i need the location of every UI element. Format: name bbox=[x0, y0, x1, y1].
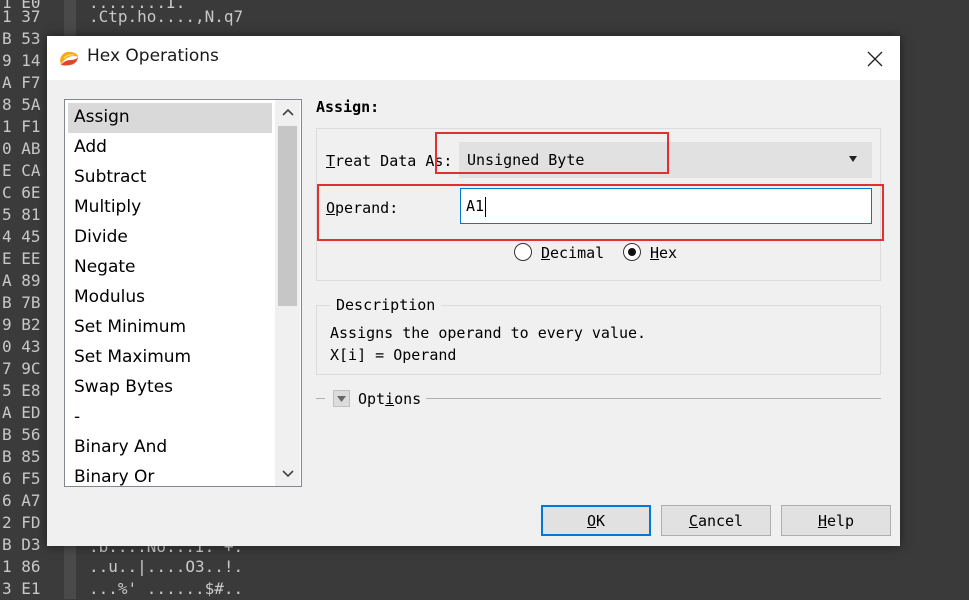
radio-checked-dot bbox=[628, 248, 636, 256]
hex-offset-row: 1 37 bbox=[2, 7, 41, 26]
hex-offset-row: 1 86 bbox=[2, 557, 41, 576]
hex-operations-dialog: Hex Operations Binary Or Binary And - Swap … bbox=[47, 36, 900, 546]
hex-offset-row: 1 F1 bbox=[2, 117, 41, 136]
app-logo-icon bbox=[60, 51, 78, 66]
hex-offset-row: 0 AB bbox=[2, 139, 41, 158]
operation-list-item[interactable]: Binary Or bbox=[68, 463, 272, 486]
operation-list-item[interactable]: Set Minimum bbox=[68, 313, 272, 343]
hex-offset-row: 0 43 bbox=[2, 337, 41, 356]
close-icon bbox=[867, 51, 883, 67]
hex-offset-row: E EE bbox=[2, 249, 41, 268]
decimal-radio-label[interactable]: Decimal bbox=[541, 244, 604, 262]
section-title: Assign: bbox=[316, 98, 380, 116]
highlight-box-combo bbox=[435, 132, 669, 174]
hex-offset-row: C 6E bbox=[2, 183, 41, 202]
operation-list-item[interactable]: Multiply bbox=[68, 193, 272, 223]
hex-offset-row: E CA bbox=[2, 161, 41, 180]
triangle-down-icon bbox=[337, 395, 346, 402]
scrollbar-thumb[interactable] bbox=[278, 126, 297, 306]
hex-offset-row: 5 81 bbox=[2, 205, 41, 224]
operation-list-item[interactable]: Binary And bbox=[68, 433, 272, 463]
chevron-down-icon bbox=[281, 470, 294, 478]
description-line-2: X[i] = Operand bbox=[330, 346, 457, 364]
hex-offset-row: A 89 bbox=[2, 271, 41, 290]
listbox-scrollbar[interactable] bbox=[275, 100, 300, 486]
hex-offset-row: 4 45 bbox=[2, 227, 41, 246]
hex-offset-row: A ED bbox=[2, 403, 41, 422]
hex-offset-row: B 56 bbox=[2, 425, 41, 444]
operation-list-item[interactable]: Subtract bbox=[68, 163, 272, 193]
options-divider-right bbox=[426, 398, 881, 399]
hex-radio[interactable] bbox=[623, 243, 641, 261]
hex-offset-row: B 7B bbox=[2, 293, 41, 312]
treat-data-as-label: Treat Data As: bbox=[326, 152, 453, 170]
operation-list-item[interactable]: Negate bbox=[68, 253, 272, 283]
hex-radio-label[interactable]: Hex bbox=[650, 244, 677, 262]
dialog-title: Hex Operations bbox=[87, 46, 219, 66]
operations-listbox[interactable]: Binary Or Binary And - Swap Bytes Set Maximu… bbox=[64, 99, 302, 487]
hex-offset-row: 7 9C bbox=[2, 359, 41, 378]
hex-offset-row: 6 F5 bbox=[2, 469, 41, 488]
dialog-titlebar: Hex Operations bbox=[47, 36, 900, 80]
ascii-row: ...%' ......$#.. bbox=[89, 579, 244, 598]
operation-list-item[interactable]: Assign bbox=[68, 103, 272, 133]
decimal-radio[interactable] bbox=[514, 243, 532, 261]
ok-button[interactable]: OK bbox=[541, 505, 651, 536]
hex-offset-row: A F7 bbox=[2, 73, 41, 92]
hex-offset-row: B 53 bbox=[2, 29, 41, 48]
operation-list-item[interactable]: - bbox=[68, 403, 272, 433]
options-label[interactable]: Options bbox=[358, 390, 421, 408]
operation-list-item[interactable]: Divide bbox=[68, 223, 272, 253]
hex-offset-row: 9 14 bbox=[2, 51, 41, 70]
hex-offset-row: B D3 bbox=[2, 535, 41, 554]
options-divider-left bbox=[316, 398, 325, 399]
hex-offset-row: 9 B2 bbox=[2, 315, 41, 334]
scroll-down-button[interactable] bbox=[275, 462, 300, 486]
hex-offset-row: 3 E1 bbox=[2, 579, 41, 598]
cancel-button[interactable]: Cancel bbox=[661, 505, 771, 536]
hex-offset-row: B 85 bbox=[2, 447, 41, 466]
hex-offset-row: 6 A7 bbox=[2, 491, 41, 510]
hex-offset-row: 8 5A bbox=[2, 95, 41, 114]
description-line-1: Assigns the operand to every value. bbox=[330, 324, 647, 342]
help-button[interactable]: Help bbox=[781, 505, 891, 536]
description-legend: Description bbox=[330, 296, 442, 314]
operation-list-item[interactable]: Modulus bbox=[68, 283, 272, 313]
close-button[interactable] bbox=[855, 44, 895, 74]
highlight-box-operand bbox=[317, 184, 884, 241]
operation-list-item[interactable]: Set Maximum bbox=[68, 343, 272, 373]
operation-list-item[interactable]: Swap Bytes bbox=[68, 373, 272, 403]
ascii-row: .Ctp.ho....,N.q7 bbox=[89, 7, 244, 26]
hex-offset-row: 5 E8 bbox=[2, 381, 41, 400]
ascii-row: ..u..|....O3..!. bbox=[89, 557, 244, 576]
scroll-up-button[interactable] bbox=[275, 100, 300, 124]
operation-list-item[interactable]: Add bbox=[68, 133, 272, 163]
chevron-up-icon bbox=[281, 108, 294, 116]
options-expand-button[interactable] bbox=[333, 390, 350, 407]
dropdown-arrow-icon bbox=[849, 156, 857, 162]
hex-offset-row: 2 FD bbox=[2, 513, 41, 532]
